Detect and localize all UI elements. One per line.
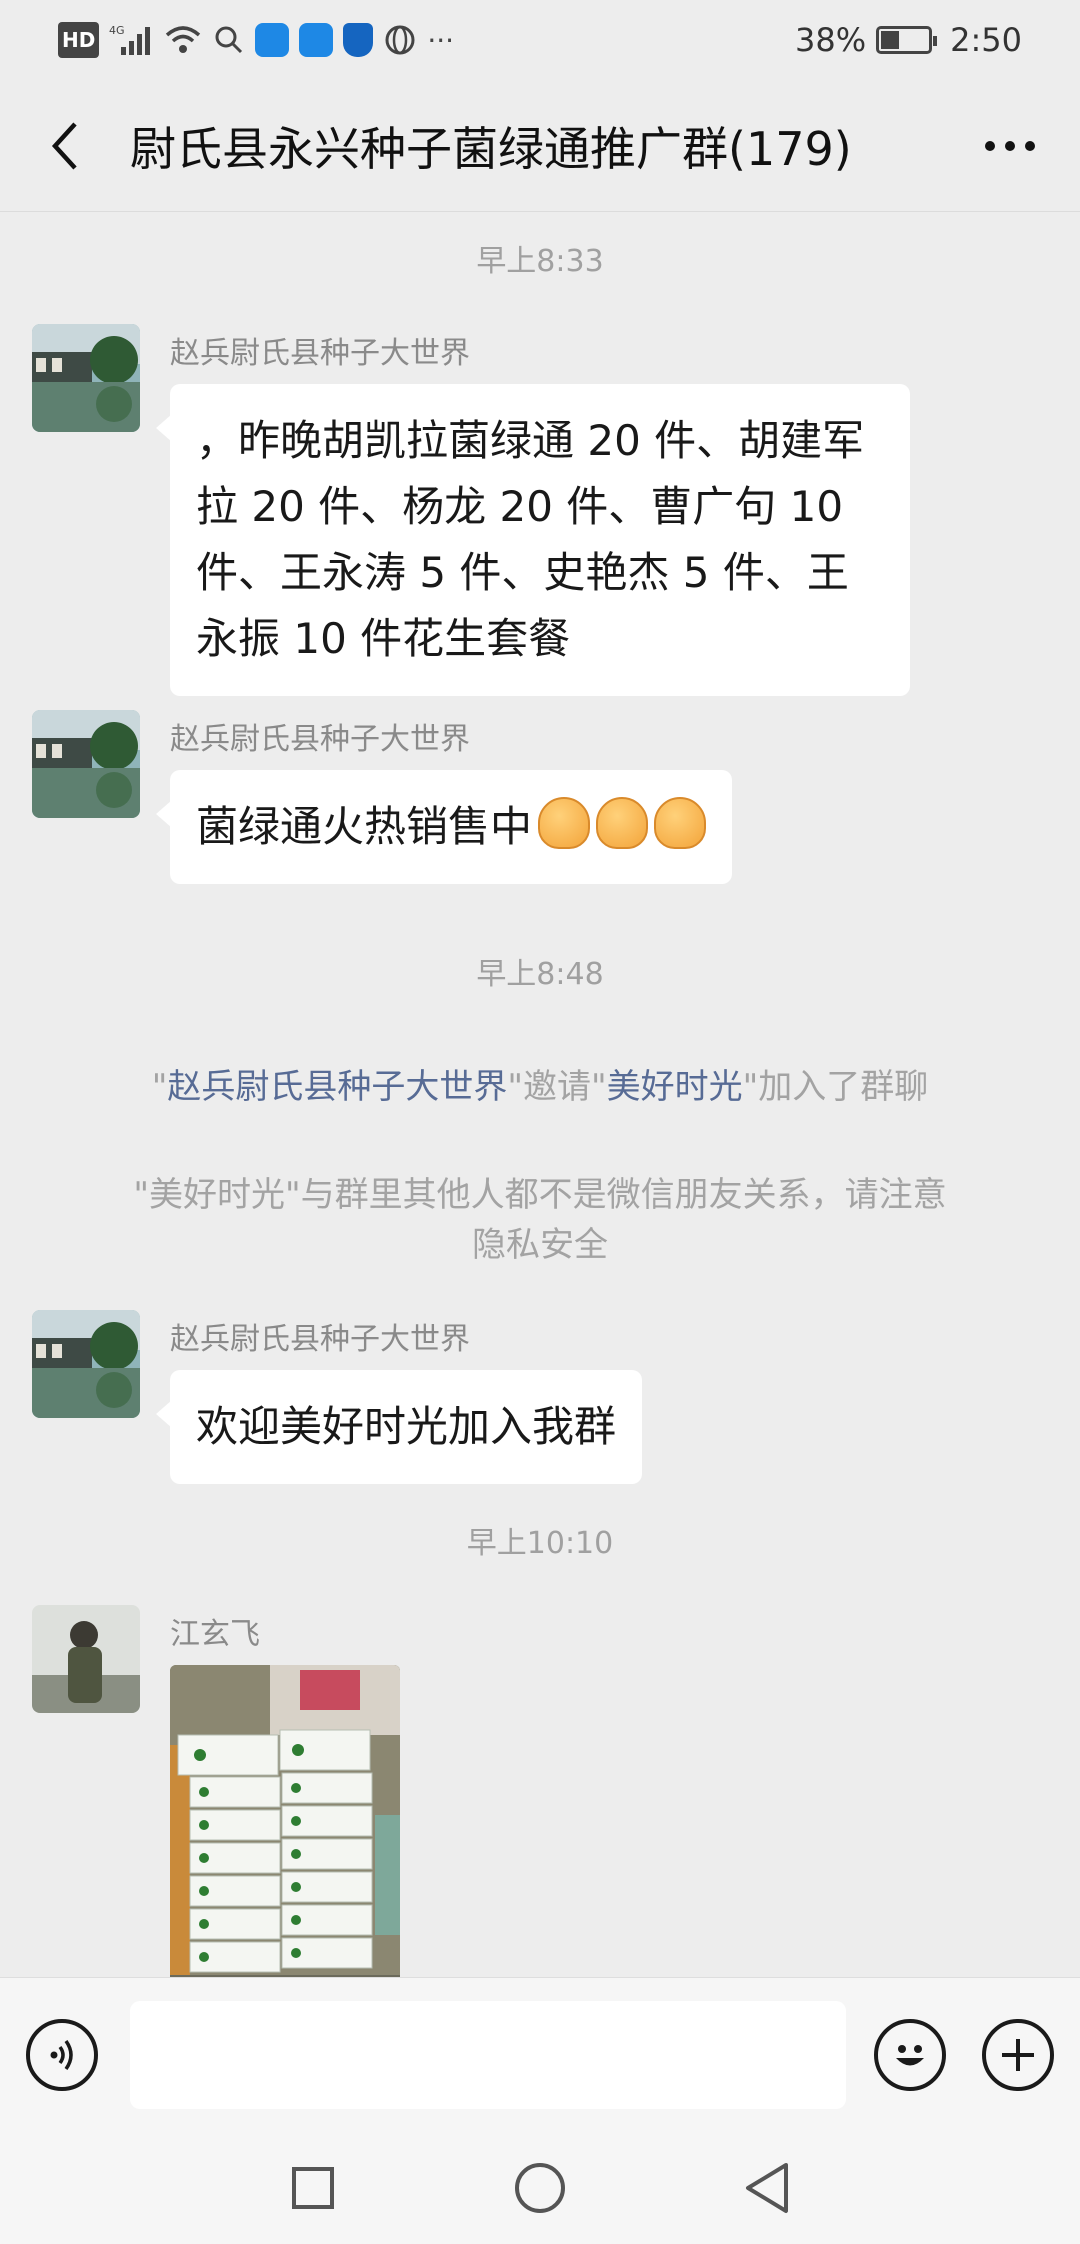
message-line: 永振 10 件花生套餐	[196, 614, 571, 663]
avatar[interactable]	[32, 1310, 140, 1418]
sender-name: 赵兵尉氏县种子大世界	[170, 1322, 470, 1357]
emoji-button[interactable]	[874, 2019, 946, 2091]
fist-bump-emoji-icon	[538, 797, 591, 849]
more-options-button[interactable]	[970, 106, 1050, 186]
svg-text:4G: 4G	[109, 24, 125, 37]
back-nav-button[interactable]	[727, 2148, 807, 2228]
status-left-icons: HD 4G ···	[58, 22, 454, 58]
sender-name: 江玄飞	[170, 1617, 260, 1652]
message-line: ，昨晚胡凯拉菌绿通 20 件、胡建军	[196, 416, 865, 465]
avatar[interactable]	[32, 324, 140, 432]
chat-message: 赵兵尉氏县种子大世界 欢迎美好时光加入我群	[32, 1310, 643, 1484]
app-notification-icon	[255, 23, 290, 57]
app-notification-icon	[299, 23, 334, 57]
message-line: 件、王永涛 5 件、史艳杰 5 件、王	[196, 548, 849, 597]
invitee-link[interactable]: 美好时光	[607, 1067, 743, 1107]
chat-message-list[interactable]: 早上8:33 赵兵尉氏县种子大世界 ，昨晚胡凯拉菌绿通 20 件、胡建军 拉 2…	[0, 212, 1080, 1977]
plus-icon	[1002, 2039, 1034, 2071]
voice-icon	[50, 2039, 73, 2071]
avatar[interactable]	[32, 710, 140, 818]
chat-message: 赵兵尉氏县种子大世界 ，昨晚胡凯拉菌绿通 20 件、胡建军 拉 20 件、杨龙 …	[32, 324, 910, 696]
chat-message: 赵兵尉氏县种子大世界 菌绿通火热销售中	[32, 710, 733, 884]
chat-title: 尉氏县永兴种子菌绿通推广群(179)	[130, 121, 852, 176]
hd-icon: HD	[58, 22, 100, 58]
message-timestamp: 早上8:33	[476, 244, 604, 279]
chat-message: 江玄飞	[32, 1605, 400, 1977]
system-invite-notice: "赵兵尉氏县种子大世界"邀请"美好时光"加入了群聊	[151, 1067, 929, 1107]
chevron-left-icon	[51, 121, 77, 170]
message-bubble[interactable]: ，昨晚胡凯拉菌绿通 20 件、胡建军 拉 20 件、杨龙 20 件、曹广句 10…	[156, 384, 910, 696]
recents-button[interactable]	[273, 2148, 353, 2228]
battery-icon	[876, 26, 938, 54]
status-right-icons: 38% 2:50	[795, 21, 1022, 59]
message-timestamp: 早上8:48	[476, 957, 604, 992]
cellular-signal-icon: 4G	[109, 22, 153, 58]
more-notifications-icon: ···	[427, 23, 455, 57]
square-icon	[292, 2167, 335, 2209]
more-dots-icon	[985, 140, 1035, 151]
message-timestamp: 早上10:10	[466, 1526, 614, 1561]
sender-name: 赵兵尉氏县种子大世界	[170, 722, 470, 757]
chat-header: 尉氏县永兴种子菌绿通推广群(179)	[0, 80, 1080, 212]
globe-icon	[383, 22, 417, 58]
clock: 2:50	[950, 21, 1022, 59]
more-functions-button[interactable]	[982, 2019, 1054, 2091]
message-line: 拉 20 件、杨龙 20 件、曹广句 10	[196, 482, 844, 531]
triangle-back-icon	[745, 2163, 788, 2213]
fist-bump-emoji-icon	[654, 797, 707, 849]
system-navigation-bar	[0, 2132, 1080, 2244]
fist-bump-emoji-icon	[596, 797, 649, 849]
emoji-icon	[896, 2045, 924, 2066]
chat-input-bar	[0, 1977, 1080, 2132]
search-icon	[213, 22, 245, 58]
battery-percent: 38%	[795, 21, 867, 59]
home-button[interactable]	[500, 2148, 580, 2228]
message-text: 菌绿通火热销售中	[196, 802, 533, 851]
back-button[interactable]	[30, 106, 100, 186]
voice-input-button[interactable]	[26, 2019, 98, 2091]
system-privacy-notice: "美好时光"与群里其他人都不是微信朋友关系，请注意 隐私安全	[133, 1175, 947, 1265]
wifi-icon	[163, 22, 203, 58]
avatar[interactable]	[32, 1605, 140, 1713]
image-message[interactable]	[170, 1665, 400, 1977]
sender-name: 赵兵尉氏县种子大世界	[170, 336, 470, 371]
message-bubble[interactable]: 欢迎美好时光加入我群	[155, 1370, 643, 1484]
message-bubble[interactable]: 菌绿通火热销售中	[155, 770, 733, 884]
inviter-link[interactable]: 赵兵尉氏县种子大世界	[167, 1067, 507, 1107]
shield-icon	[343, 23, 374, 57]
message-input[interactable]	[130, 2001, 846, 2109]
circle-icon	[514, 2163, 565, 2213]
status-bar: HD 4G ··· 38% 2:50	[0, 0, 1080, 80]
